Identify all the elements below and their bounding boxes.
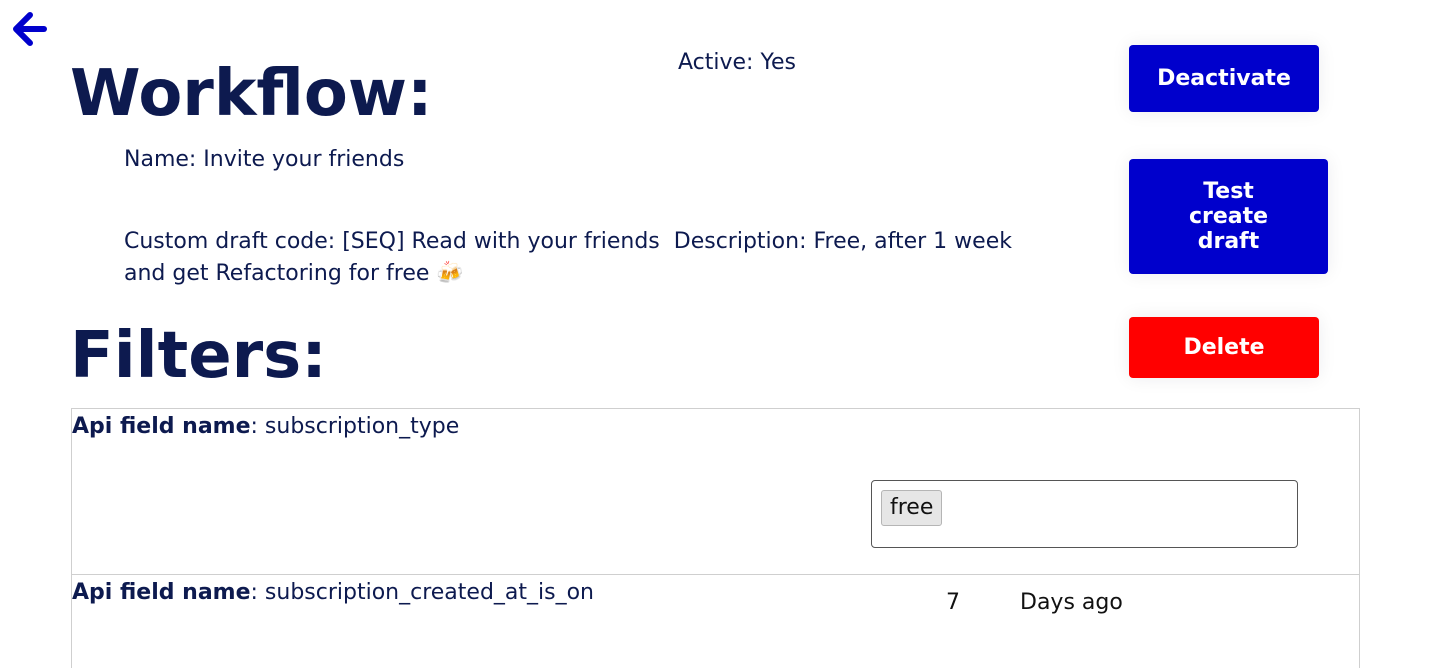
field-value: : subscription_created_at_is_on [250,580,594,605]
filter-field-name: Api field name: subscription_type [72,411,459,443]
delete-button[interactable]: Delete [1129,317,1319,378]
filter-row: Api field name: subscription_created_at_… [72,575,1359,668]
field-key-label: Api field name [72,580,251,605]
tag-input[interactable]: free [871,480,1298,548]
workflow-details: Custom draft code: [SEQ] Read with your … [124,226,1024,290]
arrow-left-icon[interactable] [8,10,48,50]
workflow-heading: Workflow: [70,57,433,131]
workflow-page: Workflow: Active: Yes Name: Invite your … [0,0,1456,668]
days-unit-label: Days ago [1020,590,1123,615]
test-create-draft-button[interactable]: Test create draft [1129,159,1328,274]
active-status: Active: Yes [678,50,796,75]
tag-chip[interactable]: free [881,490,943,526]
workflow-name: Name: Invite your friends [124,147,405,172]
deactivate-button[interactable]: Deactivate [1129,45,1319,112]
days-value: 7 [946,590,960,615]
field-value: : subscription_type [250,414,460,439]
custom-draft-code: Custom draft code: [SEQ] Read with your … [124,229,660,254]
filters-table: Api field name: subscription_type free A… [71,408,1360,668]
filter-field-name: Api field name: subscription_created_at_… [72,577,594,609]
filter-row: Api field name: subscription_type free [72,409,1359,575]
filters-heading: Filters: [70,319,327,393]
field-key-label: Api field name [72,414,251,439]
